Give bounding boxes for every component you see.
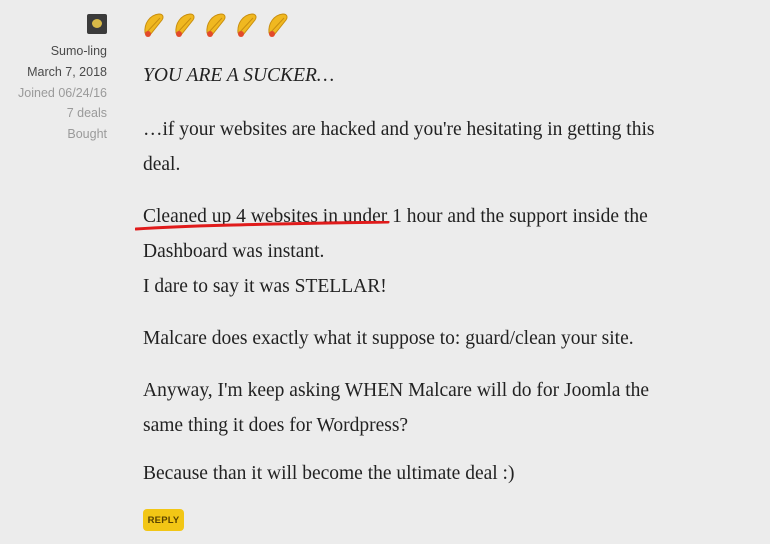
post-date: March 7, 2018 xyxy=(27,65,107,79)
taco-icon xyxy=(268,13,288,37)
review-line: deal. xyxy=(143,154,181,175)
bought-badge: Bought xyxy=(67,127,107,141)
deals-count: 7 deals xyxy=(66,106,107,120)
taco-icon xyxy=(144,13,164,37)
review-line: Dashboard was instant. xyxy=(143,241,325,262)
taco-icon xyxy=(237,13,257,37)
review-headline: YOU ARE A SUCKER… xyxy=(143,65,335,86)
avatar-icon xyxy=(92,19,102,28)
taco-icon xyxy=(206,13,226,37)
review-line: Malcare does exactly what it suppose to:… xyxy=(143,328,634,349)
avatar[interactable] xyxy=(87,14,107,34)
review-line: …if your websites are hacked and you're … xyxy=(143,119,655,140)
joined-date: Joined 06/24/16 xyxy=(18,86,107,100)
review-line: Because than it will become the ultimate… xyxy=(143,463,515,484)
taco-icon xyxy=(175,13,195,37)
red-underline-annotation xyxy=(135,221,390,231)
review-line: I dare to say it was STELLAR! xyxy=(143,276,387,297)
reply-button[interactable]: REPLY xyxy=(143,509,184,531)
author-username[interactable]: Sumo-ling xyxy=(51,41,107,62)
review-line: Anyway, I'm keep asking WHEN Malcare wil… xyxy=(143,380,650,401)
review-line: same thing it does for Wordpress? xyxy=(143,415,409,436)
